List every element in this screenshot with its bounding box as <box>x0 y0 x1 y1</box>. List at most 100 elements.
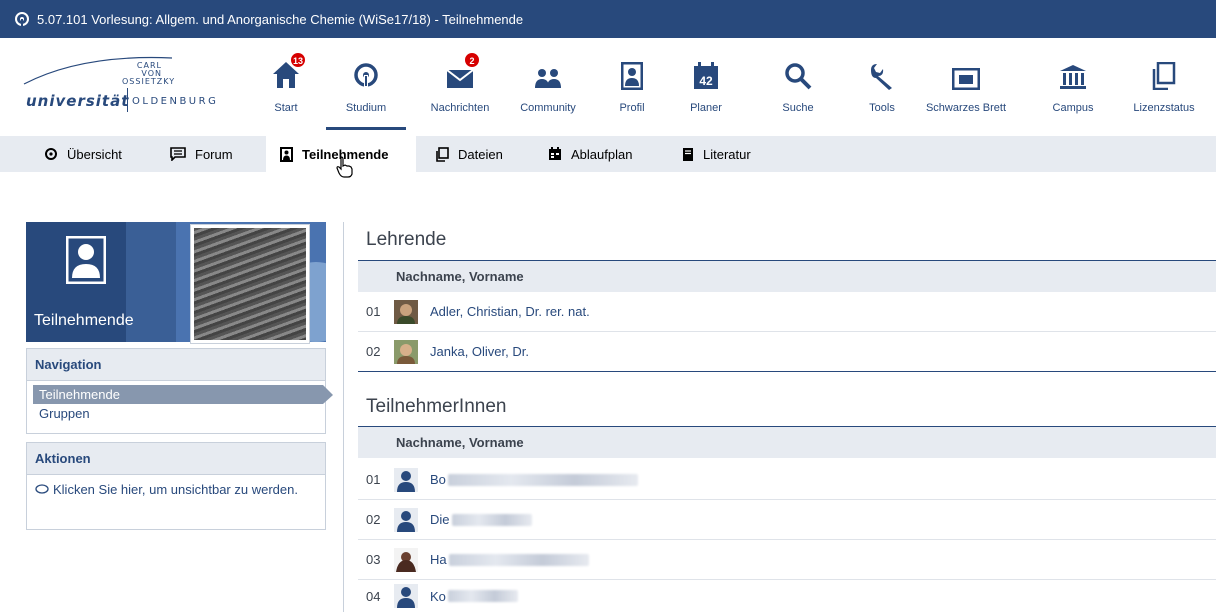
row-number: 02 <box>366 512 381 527</box>
person-icon <box>66 236 106 284</box>
person-link[interactable]: Ha <box>430 552 447 567</box>
blurred-name <box>447 473 638 486</box>
nav-tools[interactable]: Tools <box>862 46 902 130</box>
logo-universitaet: universität <box>26 92 130 110</box>
sidebar-navigation: Navigation Teilnehmende Gruppen <box>26 348 333 434</box>
row-number: 02 <box>366 344 381 359</box>
action-invisible-label: Klicken Sie hier, um unsichtbar zu werde… <box>53 482 298 497</box>
person-link[interactable]: Adler, Christian, Dr. rer. nat. <box>430 304 590 319</box>
files-icon <box>436 146 449 162</box>
nav-profil[interactable]: Profil <box>612 46 652 130</box>
nav-schwarzes-brett-label: Schwarzes Brett <box>925 102 1007 114</box>
teilnehmer-table-header: Nachname, Vorname <box>358 426 1216 458</box>
logo-oldenburg: OLDENBURG <box>132 96 219 107</box>
nav-community-label: Community <box>520 102 576 114</box>
profile-icon <box>280 146 293 162</box>
tab-uebersicht-label: Übersicht <box>67 146 122 162</box>
board-icon <box>952 68 980 90</box>
license-icon <box>1152 62 1176 90</box>
blurred-name <box>448 553 589 566</box>
blurred-name <box>451 513 532 526</box>
eye-icon <box>35 484 49 494</box>
nav-nachrichten-label: Nachrichten <box>430 102 490 114</box>
nav-start-label: Start <box>274 102 298 114</box>
window-title-bar: 5.07.101 Vorlesung: Allgem. und Anorgani… <box>0 0 1216 38</box>
wrench-icon <box>871 64 892 90</box>
nav-planer-label: Planer <box>690 102 722 114</box>
avatar[interactable] <box>394 299 418 324</box>
forum-icon <box>170 147 186 161</box>
nav-tools-label: Tools <box>869 102 895 114</box>
tab-dateien[interactable]: Dateien <box>436 136 503 172</box>
avatar[interactable] <box>394 584 418 608</box>
tab-dateien-label: Dateien <box>458 146 503 162</box>
table-row: 04 Ko <box>358 580 1216 612</box>
person-link[interactable]: Die <box>430 512 450 527</box>
avatar[interactable] <box>394 547 418 572</box>
action-invisible[interactable]: Klicken Sie hier, um unsichtbar zu werde… <box>27 475 325 507</box>
nav-community[interactable]: Community <box>510 46 586 130</box>
window-title: 5.07.101 Vorlesung: Allgem. und Anorgani… <box>37 11 524 27</box>
mail-icon <box>446 69 474 88</box>
nav-suche-label: Suche <box>782 102 814 114</box>
nav-start[interactable]: 13 Start <box>266 46 306 130</box>
nav-schwarzes-brett[interactable]: Schwarzes Brett <box>925 46 1007 130</box>
campus-icon <box>1060 65 1086 89</box>
logo-ossietzky: OSSIETZKY <box>122 77 176 86</box>
book-icon <box>683 147 693 161</box>
nav-profil-label: Profil <box>619 102 645 114</box>
sidebar-actions: Aktionen Klicken Sie hier, um unsichtbar… <box>26 442 326 530</box>
nav-campus[interactable]: Campus <box>1050 46 1096 130</box>
table-row: 02 Janka, Oliver, Dr. <box>358 332 1216 372</box>
search-icon <box>785 63 812 90</box>
start-badge: 13 <box>290 52 306 68</box>
tab-ablaufplan[interactable]: Ablaufplan <box>548 136 632 172</box>
lehrende-title: Lehrende <box>366 229 447 250</box>
person-link[interactable]: Bo <box>430 472 446 487</box>
course-tabs: Übersicht Forum Teilnehmende Dateien Abl… <box>0 136 1216 172</box>
navigation-title: Navigation <box>27 349 325 381</box>
studium-icon <box>15 12 29 26</box>
tab-literatur[interactable]: Literatur <box>682 136 751 172</box>
actions-title: Aktionen <box>27 443 325 475</box>
row-number: 01 <box>366 304 381 319</box>
nav-studium[interactable]: Studium <box>326 46 406 130</box>
avatar[interactable] <box>394 339 418 364</box>
person-link[interactable]: Ko <box>430 589 446 604</box>
nav-campus-label: Campus <box>1052 102 1094 114</box>
row-number: 04 <box>366 588 381 604</box>
teilnehmer-title: TeilnehmerInnen <box>366 396 507 417</box>
table-row: 01 Adler, Christian, Dr. rer. nat. <box>358 292 1216 332</box>
table-row: 01 Bo <box>358 460 1216 500</box>
tab-literatur-label: Literatur <box>703 146 751 162</box>
blurred-name <box>447 590 518 602</box>
logo-separator <box>127 88 128 112</box>
tab-uebersicht[interactable]: Übersicht <box>44 136 122 172</box>
studium-icon <box>45 148 57 160</box>
nav-lizenzstatus-label: Lizenzstatus <box>1133 102 1195 114</box>
sidebar-item-teilnehmende[interactable]: Teilnehmende <box>33 385 333 404</box>
calendar-icon <box>549 147 561 160</box>
tab-forum-label: Forum <box>195 146 233 162</box>
avatar[interactable] <box>394 467 418 492</box>
profile-icon <box>621 62 643 90</box>
person-link[interactable]: Janka, Oliver, Dr. <box>430 344 529 359</box>
table-row: 03 Ha <box>358 540 1216 580</box>
tab-forum[interactable]: Forum <box>170 136 233 172</box>
calendar-icon: 42 <box>694 62 718 89</box>
community-icon <box>535 69 561 88</box>
nav-suche[interactable]: Suche <box>778 46 818 130</box>
university-logo[interactable]: CARL VON OSSIETZKY universität OLDENBURG <box>22 54 242 114</box>
nachrichten-badge: 2 <box>464 52 480 68</box>
main-header: CARL VON OSSIETZKY universität OLDENBURG… <box>0 38 1216 134</box>
nav-lizenzstatus[interactable]: Lizenzstatus <box>1126 46 1202 130</box>
nav-nachrichten[interactable]: 2 Nachrichten <box>422 46 498 130</box>
calendar-day: 42 <box>699 74 713 88</box>
sidebar-item-gruppen[interactable]: Gruppen <box>27 404 325 423</box>
avatar[interactable] <box>394 507 418 532</box>
nav-studium-label: Studium <box>345 102 387 114</box>
column-divider <box>343 222 344 612</box>
nav-planer[interactable]: 42 Planer <box>684 46 728 130</box>
course-photo <box>190 224 310 344</box>
studium-icon <box>354 63 378 89</box>
